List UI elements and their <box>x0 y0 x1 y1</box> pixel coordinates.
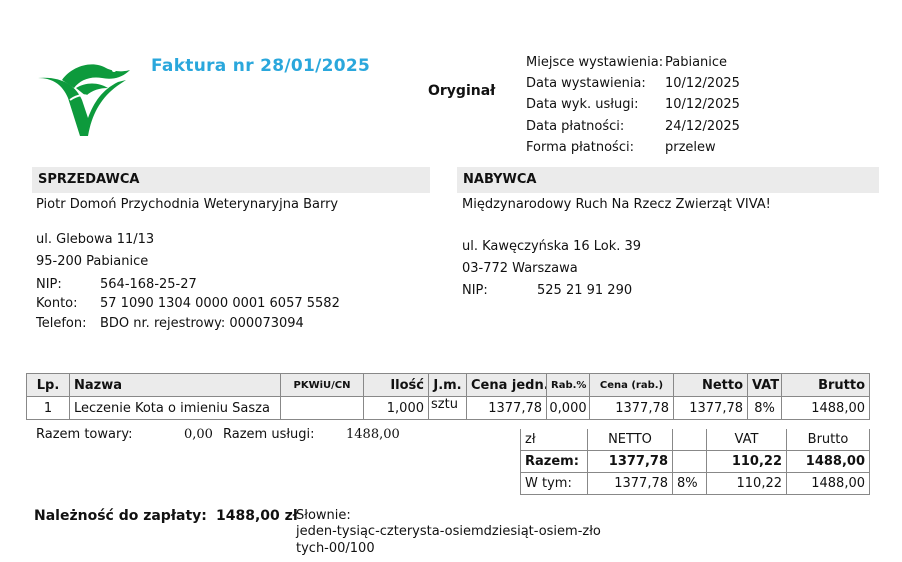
seller-nip-label: NIP: <box>36 277 62 292</box>
seller-account-label: Konto: <box>36 296 78 311</box>
meta-label: Data płatności: <box>526 118 625 134</box>
table-row: 1 Leczenie Kota o imieniu Sasza 1,000 sz… <box>26 396 870 420</box>
meta-value: 24/12/2025 <box>665 118 740 134</box>
summary-currency: zł <box>520 429 588 451</box>
meta-value: Pabianice <box>665 55 728 70</box>
col-header: Cena jedn. <box>466 373 547 397</box>
cell-name: Leczenie Kota o imieniu Sasza <box>69 396 281 420</box>
col-header: Ilość <box>363 373 429 397</box>
seller-phone-value: BDO nr. rejestrowy: 000073094 <box>100 316 304 331</box>
col-header: Netto <box>673 373 748 397</box>
amount-words-label: Słownie: <box>296 508 351 523</box>
seller-account: Konto: 57 1090 1304 0000 0001 6057 5582 <box>36 296 340 311</box>
col-header: Cena (rab.) <box>589 373 674 397</box>
cell-discount: 0,000 <box>546 396 590 420</box>
col-header: Lp. <box>26 373 70 397</box>
seller-header: SPRZEDAWCA <box>32 167 430 193</box>
services-total-label: Razem usługi: <box>223 427 315 442</box>
seller-account-value: 57 1090 1304 0000 0001 6057 5582 <box>100 296 340 311</box>
cell-unit: sztu <box>428 396 467 420</box>
cell-discounted-price: 1377,78 <box>589 396 674 420</box>
seller-phone: Telefon: BDO nr. rejestrowy: 000073094 <box>36 316 304 331</box>
meta-row: Miejsce wystawienia: Pabianice <box>526 52 740 73</box>
summary-rate-brutto: 1488,00 <box>786 472 870 495</box>
buyer-nip-label: NIP: <box>462 283 488 298</box>
summary-total-vat: 110,22 <box>706 450 787 473</box>
goods-total-value: 0,00 <box>184 427 213 442</box>
invoice-meta: Miejsce wystawienia: Pabianice Data wysta… <box>526 52 740 158</box>
seller-nip-value: 564-168-25-27 <box>100 277 197 292</box>
amount-due-value: 1488,00 zł <box>216 508 298 524</box>
col-header: Rab.% <box>546 373 590 397</box>
cell-brutto: 1488,00 <box>781 396 870 420</box>
meta-label: Data wystawienia: <box>526 76 646 92</box>
copy-label: Oryginał <box>428 83 496 99</box>
summary-total-netto: 1377,78 <box>587 450 673 473</box>
services-total-value: 1488,00 <box>346 427 400 442</box>
seller-nip: NIP: 564-168-25-27 <box>36 277 197 292</box>
seller-name: Piotr Domoń Przychodnia Weterynaryjna Ba… <box>36 197 339 212</box>
seller-street: ul. Glebowa 11/13 <box>36 232 155 247</box>
meta-value: przelew <box>665 139 716 155</box>
meta-value: 10/12/2025 <box>665 76 740 92</box>
summary-table: zł NETTO VAT Brutto Razem: 1377,78 110,2… <box>520 429 870 495</box>
items-table: Lp. Nazwa PKWiU/CN Ilość J.m. Cena jedn.… <box>26 373 870 420</box>
meta-row: Data wystawienia: 10/12/2025 <box>526 73 740 94</box>
summary-vat-header: VAT <box>706 429 787 451</box>
meta-label: Forma płatności: <box>526 139 634 155</box>
summary-netto-header: NETTO <box>587 429 673 451</box>
buyer-city: 03-772 Warszawa <box>462 261 578 276</box>
col-header: Brutto <box>781 373 870 397</box>
buyer-header: NABYWCA <box>457 167 879 193</box>
cell-pkwiu <box>280 396 364 420</box>
company-logo <box>38 64 130 136</box>
buyer-name: Międzynarodowy Ruch Na Rzecz Zwierząt VI… <box>462 197 771 212</box>
meta-label: Miejsce wystawienia: <box>526 55 664 70</box>
summary-empty <box>672 450 707 473</box>
seller-phone-label: Telefon: <box>36 316 87 331</box>
cell-vat: 8% <box>747 396 782 420</box>
amount-words-line1: jeden-tysiąc-czterysta-osiemdziesiąt-osi… <box>296 524 601 539</box>
summary-total-label: Razem: <box>520 450 588 473</box>
summary-rate-netto: 1377,78 <box>587 472 673 495</box>
cell-qty: 1,000 <box>363 396 429 420</box>
col-header: J.m. <box>428 373 467 397</box>
summary-rate: 8% <box>672 472 707 495</box>
amount-words-line2: tych-00/100 <box>296 541 375 556</box>
invoice-title: Faktura nr 28/01/2025 <box>151 56 371 76</box>
summary-rate-row: W tym: 1377,78 8% 110,22 1488,00 <box>520 472 870 495</box>
goods-total-label: Razem towary: <box>36 427 133 442</box>
col-header: Nazwa <box>69 373 281 397</box>
buyer-nip: NIP: 525 21 91 290 <box>462 283 632 298</box>
summary-of-which-label: W tym: <box>520 472 588 495</box>
summary-brutto-header: Brutto <box>786 429 870 451</box>
meta-row: Forma płatności: przelew <box>526 137 740 158</box>
summary-total-brutto: 1488,00 <box>786 450 870 473</box>
summary-total-row: Razem: 1377,78 110,22 1488,00 <box>520 450 870 473</box>
meta-label: Data wyk. usługi: <box>526 97 639 113</box>
summary-rate-vat: 110,22 <box>706 472 787 495</box>
cell-netto: 1377,78 <box>673 396 748 420</box>
cell-lp: 1 <box>26 396 70 420</box>
items-header-row: Lp. Nazwa PKWiU/CN Ilość J.m. Cena jedn.… <box>26 373 870 397</box>
meta-value: 10/12/2025 <box>665 97 740 113</box>
buyer-street: ul. Kawęczyńska 16 Lok. 39 <box>462 239 642 254</box>
meta-row: Data wyk. usługi: 10/12/2025 <box>526 94 740 115</box>
seller-city: 95-200 Pabianice <box>36 254 149 269</box>
col-header: VAT <box>747 373 782 397</box>
cell-unit-price: 1377,78 <box>466 396 547 420</box>
meta-row: Data płatności: 24/12/2025 <box>526 116 740 137</box>
amount-due-label: Należność do zapłaty: <box>34 508 207 524</box>
summary-empty <box>672 429 707 451</box>
summary-header-row: zł NETTO VAT Brutto <box>520 429 870 451</box>
goods-total: Razem towary: <box>36 427 132 442</box>
col-header: PKWiU/CN <box>280 373 364 397</box>
buyer-nip-value: 525 21 91 290 <box>537 283 633 298</box>
